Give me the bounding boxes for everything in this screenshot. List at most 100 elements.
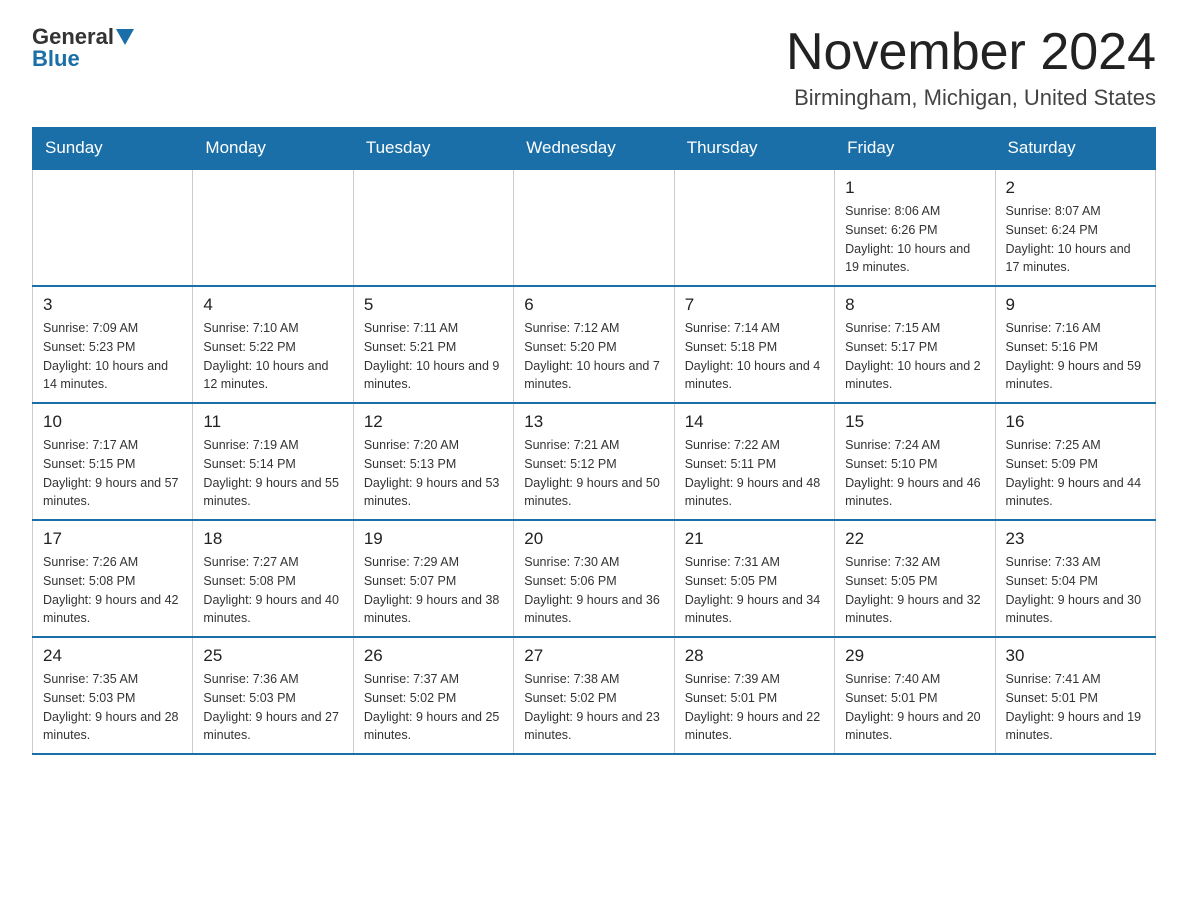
calendar-header-saturday: Saturday <box>995 128 1155 170</box>
calendar-cell: 2 Sunrise: 8:07 AM Sunset: 6:24 PM Daylig… <box>995 169 1155 286</box>
day-info: Sunrise: 7:15 AM Sunset: 5:17 PM Dayligh… <box>845 319 984 394</box>
calendar-cell: 24 Sunrise: 7:35 AM Sunset: 5:03 PM Dayli… <box>33 637 193 754</box>
day-number: 1 <box>845 178 984 198</box>
day-info: Sunrise: 7:29 AM Sunset: 5:07 PM Dayligh… <box>364 553 503 628</box>
day-info: Sunrise: 8:06 AM Sunset: 6:26 PM Dayligh… <box>845 202 984 277</box>
day-number: 15 <box>845 412 984 432</box>
calendar-cell: 13 Sunrise: 7:21 AM Sunset: 5:12 PM Dayli… <box>514 403 674 520</box>
day-info: Sunrise: 7:40 AM Sunset: 5:01 PM Dayligh… <box>845 670 984 745</box>
day-number: 27 <box>524 646 663 666</box>
day-number: 13 <box>524 412 663 432</box>
calendar-cell: 8 Sunrise: 7:15 AM Sunset: 5:17 PM Daylig… <box>835 286 995 403</box>
calendar-cell: 10 Sunrise: 7:17 AM Sunset: 5:15 PM Dayli… <box>33 403 193 520</box>
day-info: Sunrise: 7:14 AM Sunset: 5:18 PM Dayligh… <box>685 319 824 394</box>
calendar-cell: 6 Sunrise: 7:12 AM Sunset: 5:20 PM Daylig… <box>514 286 674 403</box>
calendar-week-row: 17 Sunrise: 7:26 AM Sunset: 5:08 PM Dayli… <box>33 520 1156 637</box>
day-number: 14 <box>685 412 824 432</box>
calendar-cell: 14 Sunrise: 7:22 AM Sunset: 5:11 PM Dayli… <box>674 403 834 520</box>
day-info: Sunrise: 7:38 AM Sunset: 5:02 PM Dayligh… <box>524 670 663 745</box>
calendar-cell: 16 Sunrise: 7:25 AM Sunset: 5:09 PM Dayli… <box>995 403 1155 520</box>
calendar-cell <box>353 169 513 286</box>
logo-triangle-icon <box>116 29 134 47</box>
page-header: General Blue November 2024 Birmingham, M… <box>32 24 1156 111</box>
calendar-cell: 22 Sunrise: 7:32 AM Sunset: 5:05 PM Dayli… <box>835 520 995 637</box>
day-info: Sunrise: 7:12 AM Sunset: 5:20 PM Dayligh… <box>524 319 663 394</box>
day-info: Sunrise: 7:41 AM Sunset: 5:01 PM Dayligh… <box>1006 670 1145 745</box>
day-number: 8 <box>845 295 984 315</box>
calendar-cell: 18 Sunrise: 7:27 AM Sunset: 5:08 PM Dayli… <box>193 520 353 637</box>
day-number: 16 <box>1006 412 1145 432</box>
day-number: 20 <box>524 529 663 549</box>
calendar-cell: 19 Sunrise: 7:29 AM Sunset: 5:07 PM Dayli… <box>353 520 513 637</box>
day-info: Sunrise: 7:27 AM Sunset: 5:08 PM Dayligh… <box>203 553 342 628</box>
day-info: Sunrise: 7:25 AM Sunset: 5:09 PM Dayligh… <box>1006 436 1145 511</box>
day-info: Sunrise: 7:24 AM Sunset: 5:10 PM Dayligh… <box>845 436 984 511</box>
calendar-header-monday: Monday <box>193 128 353 170</box>
day-number: 12 <box>364 412 503 432</box>
calendar-week-row: 10 Sunrise: 7:17 AM Sunset: 5:15 PM Dayli… <box>33 403 1156 520</box>
day-info: Sunrise: 7:17 AM Sunset: 5:15 PM Dayligh… <box>43 436 182 511</box>
day-info: Sunrise: 7:11 AM Sunset: 5:21 PM Dayligh… <box>364 319 503 394</box>
day-number: 23 <box>1006 529 1145 549</box>
day-number: 25 <box>203 646 342 666</box>
calendar-week-row: 1 Sunrise: 8:06 AM Sunset: 6:26 PM Daylig… <box>33 169 1156 286</box>
day-number: 22 <box>845 529 984 549</box>
calendar-cell: 25 Sunrise: 7:36 AM Sunset: 5:03 PM Dayli… <box>193 637 353 754</box>
day-number: 29 <box>845 646 984 666</box>
day-info: Sunrise: 7:37 AM Sunset: 5:02 PM Dayligh… <box>364 670 503 745</box>
calendar-header-row: SundayMondayTuesdayWednesdayThursdayFrid… <box>33 128 1156 170</box>
day-info: Sunrise: 7:32 AM Sunset: 5:05 PM Dayligh… <box>845 553 984 628</box>
day-number: 5 <box>364 295 503 315</box>
calendar-header-thursday: Thursday <box>674 128 834 170</box>
calendar-cell <box>33 169 193 286</box>
calendar-cell: 9 Sunrise: 7:16 AM Sunset: 5:16 PM Daylig… <box>995 286 1155 403</box>
calendar-cell: 7 Sunrise: 7:14 AM Sunset: 5:18 PM Daylig… <box>674 286 834 403</box>
day-info: Sunrise: 7:30 AM Sunset: 5:06 PM Dayligh… <box>524 553 663 628</box>
day-number: 10 <box>43 412 182 432</box>
day-info: Sunrise: 7:36 AM Sunset: 5:03 PM Dayligh… <box>203 670 342 745</box>
calendar-cell: 29 Sunrise: 7:40 AM Sunset: 5:01 PM Dayli… <box>835 637 995 754</box>
calendar-cell: 27 Sunrise: 7:38 AM Sunset: 5:02 PM Dayli… <box>514 637 674 754</box>
day-number: 9 <box>1006 295 1145 315</box>
calendar-cell <box>514 169 674 286</box>
calendar-cell: 21Sunrise: 7:31 AM Sunset: 5:05 PM Dayli… <box>674 520 834 637</box>
calendar-cell: 11Sunrise: 7:19 AM Sunset: 5:14 PM Dayli… <box>193 403 353 520</box>
calendar-cell: 15 Sunrise: 7:24 AM Sunset: 5:10 PM Dayli… <box>835 403 995 520</box>
day-number: 26 <box>364 646 503 666</box>
logo: General Blue <box>32 24 134 72</box>
day-info: Sunrise: 7:22 AM Sunset: 5:11 PM Dayligh… <box>685 436 824 511</box>
day-number: 24 <box>43 646 182 666</box>
day-info: Sunrise: 7:26 AM Sunset: 5:08 PM Dayligh… <box>43 553 182 628</box>
day-number: 4 <box>203 295 342 315</box>
day-info: Sunrise: 7:33 AM Sunset: 5:04 PM Dayligh… <box>1006 553 1145 628</box>
logo-blue-text: Blue <box>32 46 80 72</box>
month-title: November 2024 <box>786 24 1156 81</box>
calendar-cell: 28Sunrise: 7:39 AM Sunset: 5:01 PM Dayli… <box>674 637 834 754</box>
day-number: 19 <box>364 529 503 549</box>
day-info: Sunrise: 7:35 AM Sunset: 5:03 PM Dayligh… <box>43 670 182 745</box>
calendar-week-row: 24 Sunrise: 7:35 AM Sunset: 5:03 PM Dayli… <box>33 637 1156 754</box>
calendar-cell: 20 Sunrise: 7:30 AM Sunset: 5:06 PM Dayli… <box>514 520 674 637</box>
calendar-cell: 17 Sunrise: 7:26 AM Sunset: 5:08 PM Dayli… <box>33 520 193 637</box>
day-info: Sunrise: 7:16 AM Sunset: 5:16 PM Dayligh… <box>1006 319 1145 394</box>
calendar-header-tuesday: Tuesday <box>353 128 513 170</box>
day-number: 11 <box>203 412 342 432</box>
calendar-header-wednesday: Wednesday <box>514 128 674 170</box>
day-number: 18 <box>203 529 342 549</box>
day-number: 2 <box>1006 178 1145 198</box>
calendar-cell: 1 Sunrise: 8:06 AM Sunset: 6:26 PM Daylig… <box>835 169 995 286</box>
calendar-cell: 4 Sunrise: 7:10 AM Sunset: 5:22 PM Daylig… <box>193 286 353 403</box>
calendar-cell <box>674 169 834 286</box>
day-number: 17 <box>43 529 182 549</box>
day-number: 7 <box>685 295 824 315</box>
day-number: 6 <box>524 295 663 315</box>
calendar-cell: 12 Sunrise: 7:20 AM Sunset: 5:13 PM Dayli… <box>353 403 513 520</box>
location-title: Birmingham, Michigan, United States <box>786 85 1156 111</box>
day-info: Sunrise: 7:21 AM Sunset: 5:12 PM Dayligh… <box>524 436 663 511</box>
day-info: Sunrise: 7:10 AM Sunset: 5:22 PM Dayligh… <box>203 319 342 394</box>
calendar-header-friday: Friday <box>835 128 995 170</box>
day-info: Sunrise: 7:20 AM Sunset: 5:13 PM Dayligh… <box>364 436 503 511</box>
day-info: Sunrise: 8:07 AM Sunset: 6:24 PM Dayligh… <box>1006 202 1145 277</box>
day-number: 21 <box>685 529 824 549</box>
day-info: Sunrise: 7:09 AM Sunset: 5:23 PM Dayligh… <box>43 319 182 394</box>
